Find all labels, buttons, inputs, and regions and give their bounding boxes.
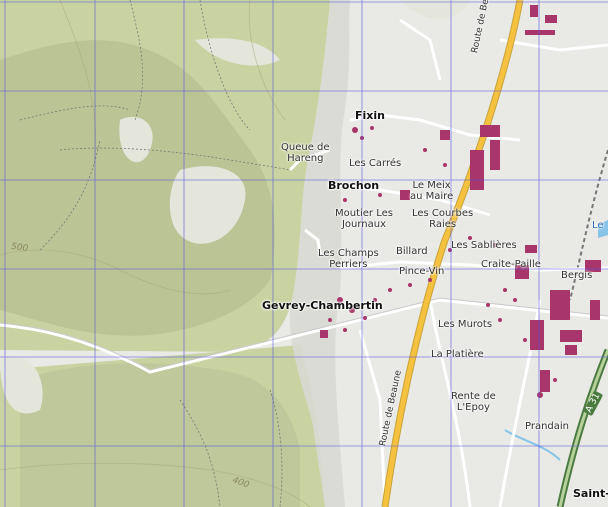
place-label-bergis[interactable]: Bergis	[561, 270, 592, 281]
place-label-les-champs-perriers[interactable]: Les Champs Perriers	[318, 248, 379, 270]
place-label-pince-vin[interactable]: Pince-Vin	[399, 266, 444, 277]
map-canvas[interactable]: Fixin Queue de Hareng Les Carrés Brochon…	[0, 0, 608, 507]
place-label-le-meix-au-maire[interactable]: Le Meix au Maire	[410, 180, 453, 202]
place-label-moutier-les-journaux[interactable]: Moutier Les Journaux	[335, 208, 393, 230]
place-label-les-carres[interactable]: Les Carrés	[349, 158, 401, 169]
place-label-fixin[interactable]: Fixin	[355, 110, 385, 121]
place-label-la-platiere[interactable]: La Platière	[431, 349, 484, 360]
place-label-craite-paille[interactable]: Craite-Paille	[481, 259, 541, 270]
place-label-les-sablieres[interactable]: Les Sablières	[451, 240, 517, 251]
place-label-les-murots[interactable]: Les Murots	[438, 319, 492, 330]
place-label-rente-de-l-epoy[interactable]: Rente de L'Epoy	[451, 391, 496, 413]
place-label-gevrey-chambertin[interactable]: Gevrey-Chambertin	[262, 300, 383, 311]
place-label-prandain[interactable]: Prandain	[525, 421, 569, 432]
place-label-brochon[interactable]: Brochon	[328, 180, 379, 191]
place-label-queue-de-hareng[interactable]: Queue de Hareng	[281, 142, 330, 164]
place-label-billard[interactable]: Billard	[396, 246, 428, 257]
clearing	[400, 0, 470, 19]
place-label-le[interactable]: Le	[592, 220, 604, 231]
place-label-les-courbes-raies[interactable]: Les Courbes Raies	[412, 208, 473, 230]
relief-shade	[20, 362, 300, 507]
place-label-saint[interactable]: Saint-I	[573, 488, 608, 499]
map-base-layer	[0, 0, 608, 507]
